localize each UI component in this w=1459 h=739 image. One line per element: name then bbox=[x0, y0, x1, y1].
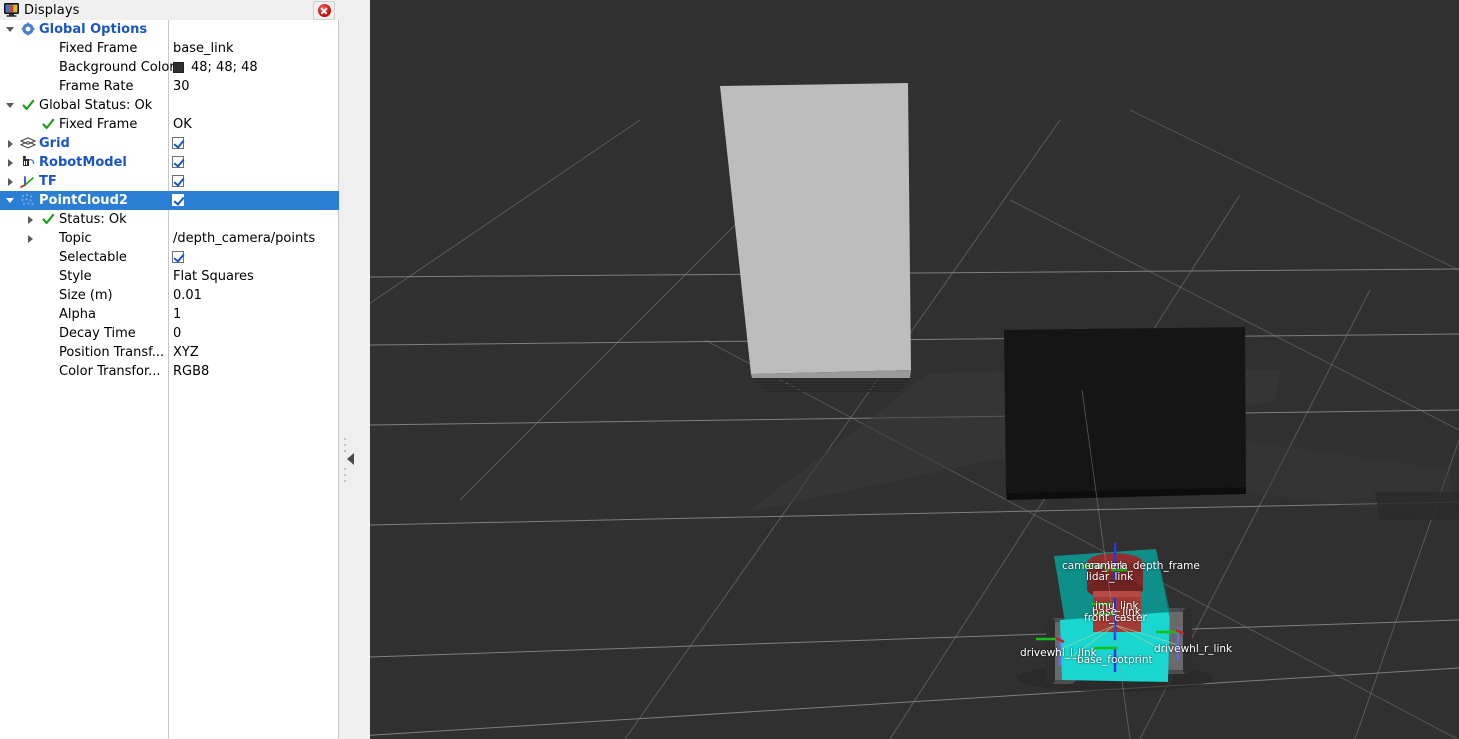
display-tree-label: TF bbox=[39, 174, 57, 189]
display-tree-label: Frame Rate bbox=[59, 79, 134, 94]
display-tree-label: RobotModel bbox=[39, 155, 127, 170]
display-enable-checkbox[interactable] bbox=[172, 194, 184, 206]
gear-icon bbox=[20, 21, 36, 37]
display-tree-row-status-fixed-frame[interactable]: Fixed Frame OK bbox=[0, 115, 339, 134]
display-tree-label: Fixed Frame bbox=[59, 41, 138, 56]
display-tree-row-pc-status[interactable]: Status: Ok bbox=[0, 210, 339, 229]
displays-panel: Displays Global Options Fixed Frame base_l… bbox=[0, 0, 339, 739]
close-panel-button[interactable] bbox=[313, 1, 335, 20]
display-tree-label: Global Status: Ok bbox=[39, 98, 153, 113]
display-tree-value[interactable]: Flat Squares bbox=[173, 269, 254, 284]
display-tree-label: Color Transfor... bbox=[59, 364, 161, 379]
display-enable-checkbox[interactable] bbox=[172, 156, 184, 168]
chevron-down-icon[interactable] bbox=[4, 191, 16, 210]
display-tree-row-robotmodel[interactable]: RobotModel bbox=[0, 153, 339, 172]
collapse-left-arrow-icon[interactable] bbox=[347, 453, 354, 465]
grid-icon bbox=[20, 135, 36, 151]
chevron-down-icon[interactable] bbox=[4, 20, 16, 39]
display-tree-label: Global Options bbox=[39, 22, 148, 37]
viewport-scene bbox=[370, 0, 1459, 739]
display-tree-value[interactable]: 48; 48; 48 bbox=[191, 60, 258, 75]
display-tree-value[interactable]: XYZ bbox=[173, 345, 199, 360]
display-tree-row-pc-style[interactable]: Style Flat Squares bbox=[0, 267, 339, 286]
pointcloud-icon bbox=[20, 192, 36, 208]
display-tree-value[interactable]: 0 bbox=[173, 326, 181, 341]
display-tree[interactable]: Global Options Fixed Frame base_link Backgr… bbox=[0, 20, 339, 739]
display-tree-row-pc-postransf[interactable]: Position Transf... XYZ bbox=[0, 343, 339, 362]
display-enable-checkbox[interactable] bbox=[172, 175, 184, 187]
display-tree-row-pc-size[interactable]: Size (m) 0.01 bbox=[0, 286, 339, 305]
display-tree-row-frame-rate[interactable]: Frame Rate 30 bbox=[0, 77, 339, 96]
display-tree-label: Background Color bbox=[59, 60, 175, 75]
display-tree-label: Alpha bbox=[59, 307, 96, 322]
display-tree-value[interactable]: 30 bbox=[173, 79, 190, 94]
display-tree-row-global-status[interactable]: Global Status: Ok bbox=[0, 96, 339, 115]
check-icon bbox=[40, 211, 56, 227]
display-tree-label: Position Transf... bbox=[59, 345, 165, 360]
display-tree-row-pc-decay[interactable]: Decay Time 0 bbox=[0, 324, 339, 343]
display-tree-value[interactable]: RGB8 bbox=[173, 364, 209, 379]
display-tree-row-grid[interactable]: Grid bbox=[0, 134, 339, 153]
display-tree-row-pc-topic[interactable]: Topic/depth_camera/points bbox=[0, 229, 339, 248]
box-object bbox=[1004, 327, 1246, 500]
check-icon bbox=[40, 116, 56, 132]
chevron-right-icon[interactable] bbox=[4, 134, 16, 153]
display-tree-row-background-color[interactable]: Background Color 48; 48; 48 bbox=[0, 58, 339, 77]
axes-icon bbox=[20, 173, 36, 189]
display-tree-row-pointcloud2[interactable]: PointCloud2 bbox=[0, 191, 339, 210]
display-enable-checkbox[interactable] bbox=[172, 137, 184, 149]
display-tree-label: Grid bbox=[39, 136, 70, 151]
background-color-swatch[interactable] bbox=[173, 62, 184, 73]
display-tree-row-pc-alpha[interactable]: Alpha 1 bbox=[0, 305, 339, 324]
display-tree-label: Status: Ok bbox=[59, 212, 127, 227]
robot-icon bbox=[20, 154, 36, 170]
chevron-right-icon[interactable] bbox=[24, 210, 36, 229]
chevron-right-icon[interactable] bbox=[4, 153, 16, 172]
display-tree-value[interactable]: /depth_camera/points bbox=[173, 231, 315, 246]
rviz-window: Displays Global Options Fixed Frame base_l… bbox=[0, 0, 1459, 739]
display-tree-row-pc-selectable[interactable]: Selectable bbox=[0, 248, 339, 267]
chevron-right-icon[interactable] bbox=[24, 229, 36, 248]
wall-object bbox=[720, 83, 911, 392]
display-tree-label: PointCloud2 bbox=[39, 193, 128, 208]
display-tree-value[interactable]: 0.01 bbox=[173, 288, 202, 303]
chevron-down-icon[interactable] bbox=[4, 96, 16, 115]
display-tree-label: Size (m) bbox=[59, 288, 113, 303]
panel-splitter[interactable] bbox=[339, 0, 371, 739]
display-tree-label: Selectable bbox=[59, 250, 127, 265]
display-tree-value[interactable]: base_link bbox=[173, 41, 233, 56]
check-icon bbox=[20, 97, 36, 113]
display-tree-row-pc-coltransf[interactable]: Color Transfor... RGB8 bbox=[0, 362, 339, 381]
viewport-background bbox=[370, 0, 1459, 739]
panel-title: Displays bbox=[24, 2, 80, 18]
display-tree-label: Fixed Frame bbox=[59, 117, 138, 132]
display-tree-row-tf[interactable]: TF bbox=[0, 172, 339, 191]
display-enable-checkbox[interactable] bbox=[172, 251, 184, 263]
display-tree-value[interactable]: 1 bbox=[173, 307, 181, 322]
chevron-right-icon[interactable] bbox=[4, 172, 16, 191]
render-viewport-3d[interactable]: camera_link camera_depth_frame lidar_link i… bbox=[370, 0, 1459, 739]
displays-panel-titlebar: Displays bbox=[0, 0, 339, 21]
close-icon bbox=[317, 4, 331, 17]
display-tree-row-global-options[interactable]: Global Options bbox=[0, 20, 339, 39]
display-tree-label: Style bbox=[59, 269, 92, 284]
display-tree-value[interactable]: OK bbox=[173, 117, 192, 132]
monitor-icon bbox=[4, 3, 19, 17]
display-tree-row-fixed-frame[interactable]: Fixed Frame base_link bbox=[0, 39, 339, 58]
display-tree-label: Decay Time bbox=[59, 326, 136, 341]
display-tree-label: Topic bbox=[59, 231, 92, 246]
